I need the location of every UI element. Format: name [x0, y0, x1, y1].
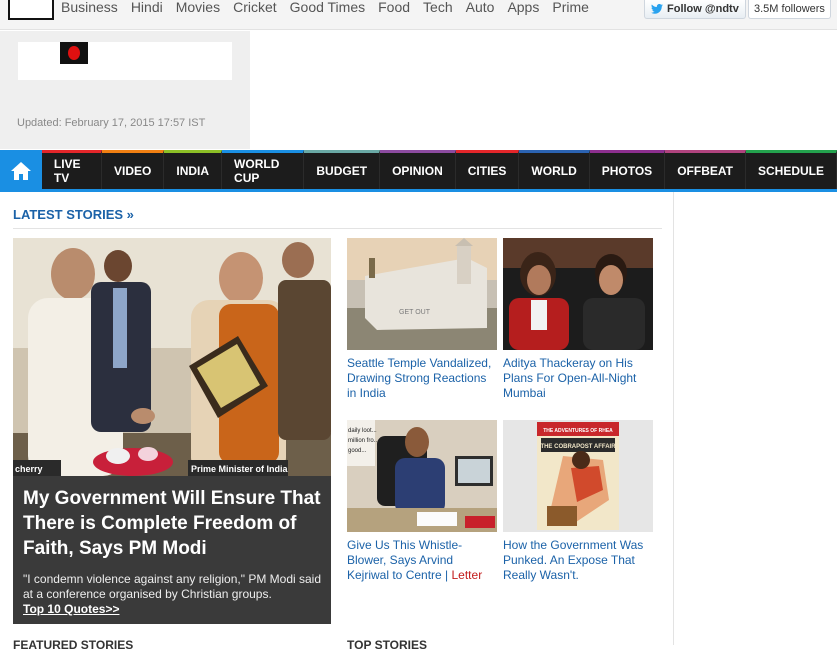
story-thumbnail[interactable]: GET OUT [347, 238, 497, 350]
followers-count[interactable]: 3.5M followers [748, 0, 831, 19]
svg-text:daily loot...: daily loot... [348, 428, 377, 434]
caption-text: How the Government Was Punked. An Expose… [503, 538, 644, 582]
story-caption[interactable]: How the Government Was Punked. An Expose… [503, 538, 653, 583]
lead-photo: cherry Prime Minister of India [13, 238, 331, 476]
nav-cities[interactable]: CITIES [455, 150, 520, 189]
nav-world[interactable]: WORLD [519, 150, 590, 189]
topnav-cricket[interactable]: Cricket [233, 0, 277, 16]
follow-label: Follow @ndtv [667, 3, 739, 15]
topnav-prime[interactable]: Prime [552, 0, 589, 16]
lead-story-image[interactable]: cherry Prime Minister of India [13, 238, 331, 476]
logo-background [18, 42, 232, 80]
twitter-bird-icon [651, 4, 663, 14]
topnav-tech[interactable]: Tech [423, 0, 453, 16]
logo-dot-icon [68, 46, 80, 60]
featured-stories-heading[interactable]: FEATURED STORIES [13, 638, 133, 652]
topnav-hindi[interactable]: Hindi [131, 0, 163, 16]
nav-underline [0, 189, 837, 192]
lead-headline[interactable]: My Government Will Ensure That There is … [23, 486, 321, 561]
section-divider [13, 228, 662, 229]
temple-photo: GET OUT [347, 238, 497, 350]
caption-text: Seattle Temple Vandalized, Drawing Stron… [347, 356, 492, 400]
svg-text:GET OUT: GET OUT [399, 309, 431, 316]
podium-text-left: cherry [15, 464, 43, 474]
comic-series: THE ADVENTURES OF RHEA [543, 428, 613, 434]
story-caption[interactable]: Seattle Temple Vandalized, Drawing Stron… [347, 356, 497, 401]
nav-offbeat[interactable]: OFFBEAT [665, 150, 746, 189]
story-thumbnail[interactable]: daily loot... million fro.. good... [347, 420, 497, 532]
story-card[interactable]: daily loot... million fro.. good... Give… [347, 420, 497, 583]
lead-summary: "I condemn violence against any religion… [23, 572, 321, 617]
nav-budget[interactable]: BUDGET [304, 150, 381, 189]
story-card[interactable]: THE ADVENTURES OF RHEA THE COBRAPOST AFF… [503, 420, 653, 583]
topnav-auto[interactable]: Auto [466, 0, 495, 16]
nav-live-tv[interactable]: LIVE TV [41, 150, 103, 189]
nav-india[interactable]: INDIA [164, 150, 223, 189]
nav-world-cup[interactable]: WORLD CUP [222, 150, 305, 189]
story-thumbnail[interactable] [503, 238, 653, 350]
comic-title: THE COBRAPOST AFFAIR [540, 444, 616, 450]
topnav-good-times[interactable]: Good Times [290, 0, 365, 16]
latest-stories-heading[interactable]: LATEST STORIES » [13, 207, 134, 222]
lead-story-box: My Government Will Ensure That There is … [13, 476, 331, 624]
caption-text: Aditya Thackeray on His Plans For Open-A… [503, 356, 637, 400]
topnav-movies[interactable]: Movies [176, 0, 220, 16]
story-caption[interactable]: Give Us This Whistle-Blower, Says Arvind… [347, 538, 497, 583]
svg-text:million fro..: million fro.. [348, 438, 377, 444]
network-logo-box[interactable] [8, 0, 54, 20]
right-column-divider [673, 192, 674, 645]
updated-timestamp: Updated: February 17, 2015 17:57 IST [17, 117, 206, 129]
svg-text:good...: good... [348, 448, 367, 454]
nav-photos[interactable]: PHOTOS [589, 150, 666, 189]
letter-tag[interactable]: Letter [452, 568, 483, 582]
caption-text: Give Us This Whistle-Blower, Says Arvind… [347, 538, 463, 582]
top-10-quotes-link[interactable]: Top 10 Quotes>> [23, 602, 119, 616]
topnav-apps[interactable]: Apps [507, 0, 539, 16]
twitter-follow-button[interactable]: Follow @ndtv [644, 0, 746, 19]
top-stories-heading[interactable]: TOP STORIES [347, 638, 427, 652]
home-button[interactable] [0, 150, 42, 189]
topnav-food[interactable]: Food [378, 0, 410, 16]
top-bar: Business Hindi Movies Cricket Good Times… [0, 0, 837, 30]
main-nav: LIVE TV VIDEO INDIA WORLD CUP BUDGET OPI… [0, 150, 837, 189]
story-card[interactable]: Aditya Thackeray on His Plans For Open-A… [503, 238, 653, 401]
nav-video[interactable]: VIDEO [102, 150, 165, 189]
topnav-business[interactable]: Business [61, 0, 118, 16]
top-nav: Business Hindi Movies Cricket Good Times… [61, 0, 602, 16]
story-card[interactable]: GET OUT Seattle Temple Vandalized, Drawi… [347, 238, 497, 401]
story-caption[interactable]: Aditya Thackeray on His Plans For Open-A… [503, 356, 653, 401]
nav-opinion[interactable]: OPINION [380, 150, 456, 189]
interview-photo [503, 238, 653, 350]
lead-summary-text: "I condemn violence against any religion… [23, 572, 322, 601]
story-thumbnail[interactable]: THE ADVENTURES OF RHEA THE COBRAPOST AFF… [503, 420, 653, 532]
office-photo: daily loot... million fro.. good... [347, 420, 497, 532]
nav-schedule[interactable]: SCHEDULE [745, 150, 837, 189]
home-icon [10, 162, 31, 180]
podium-text-right: Prime Minister of India [191, 464, 289, 474]
comic-cover: THE ADVENTURES OF RHEA THE COBRAPOST AFF… [503, 420, 653, 532]
